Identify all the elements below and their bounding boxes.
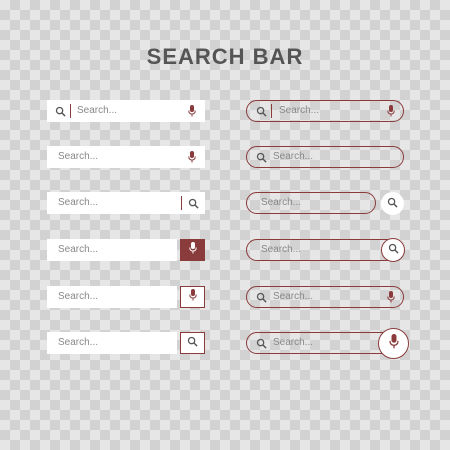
search-input[interactable]: Search... [261, 244, 301, 255]
search-bar-5[interactable]: Search... [47, 286, 177, 308]
search-input[interactable]: Search... [77, 105, 117, 116]
search-input[interactable]: Search... [58, 151, 98, 162]
search-button[interactable] [180, 332, 205, 354]
search-bar-3[interactable]: Search... [47, 192, 205, 214]
search-button[interactable] [381, 192, 404, 215]
mic-icon[interactable] [386, 104, 396, 118]
mic-icon[interactable] [187, 150, 197, 164]
divider [271, 104, 272, 118]
search-input[interactable]: Search... [58, 337, 98, 348]
search-input[interactable]: Search... [273, 151, 313, 162]
search-input[interactable]: Search... [58, 291, 98, 302]
mic-icon [188, 241, 197, 259]
search-icon [54, 105, 66, 117]
mic-icon[interactable] [187, 104, 197, 118]
mic-icon[interactable] [386, 290, 396, 304]
mic-button[interactable] [180, 239, 205, 261]
search-icon [255, 151, 267, 163]
search-bar-6[interactable]: Search... [47, 332, 177, 354]
search-bar-1[interactable]: Search... [47, 100, 205, 122]
search-icon [187, 334, 198, 352]
mic-button[interactable] [180, 286, 205, 308]
search-input[interactable]: Search... [58, 197, 98, 208]
search-icon [255, 105, 267, 117]
search-input[interactable]: Search... [58, 244, 98, 255]
page-title: SEARCH BAR [146, 44, 304, 69]
search-bar-4[interactable]: Search... [47, 239, 177, 261]
search-input[interactable]: Search... [261, 197, 301, 208]
search-icon [255, 291, 267, 303]
divider [70, 104, 71, 118]
search-icon [388, 241, 399, 259]
mic-icon [188, 288, 197, 306]
search-icon [255, 337, 267, 349]
search-input[interactable]: Search... [279, 105, 319, 116]
divider [181, 196, 182, 210]
search-bar-pill-5[interactable]: Search... [246, 286, 404, 308]
search-icon[interactable] [187, 197, 199, 209]
search-icon [387, 195, 398, 213]
search-bar-pill-1[interactable]: Search... [246, 100, 404, 122]
search-input[interactable]: Search... [273, 337, 313, 348]
search-bar-pill-2[interactable]: Search... [246, 146, 404, 168]
search-bar-2[interactable]: Search... [47, 146, 205, 168]
search-input[interactable]: Search... [273, 291, 313, 302]
mic-icon [388, 333, 399, 354]
search-bar-pill-3[interactable]: Search... [246, 192, 376, 214]
mic-button[interactable] [378, 328, 409, 359]
search-button[interactable] [381, 238, 405, 262]
